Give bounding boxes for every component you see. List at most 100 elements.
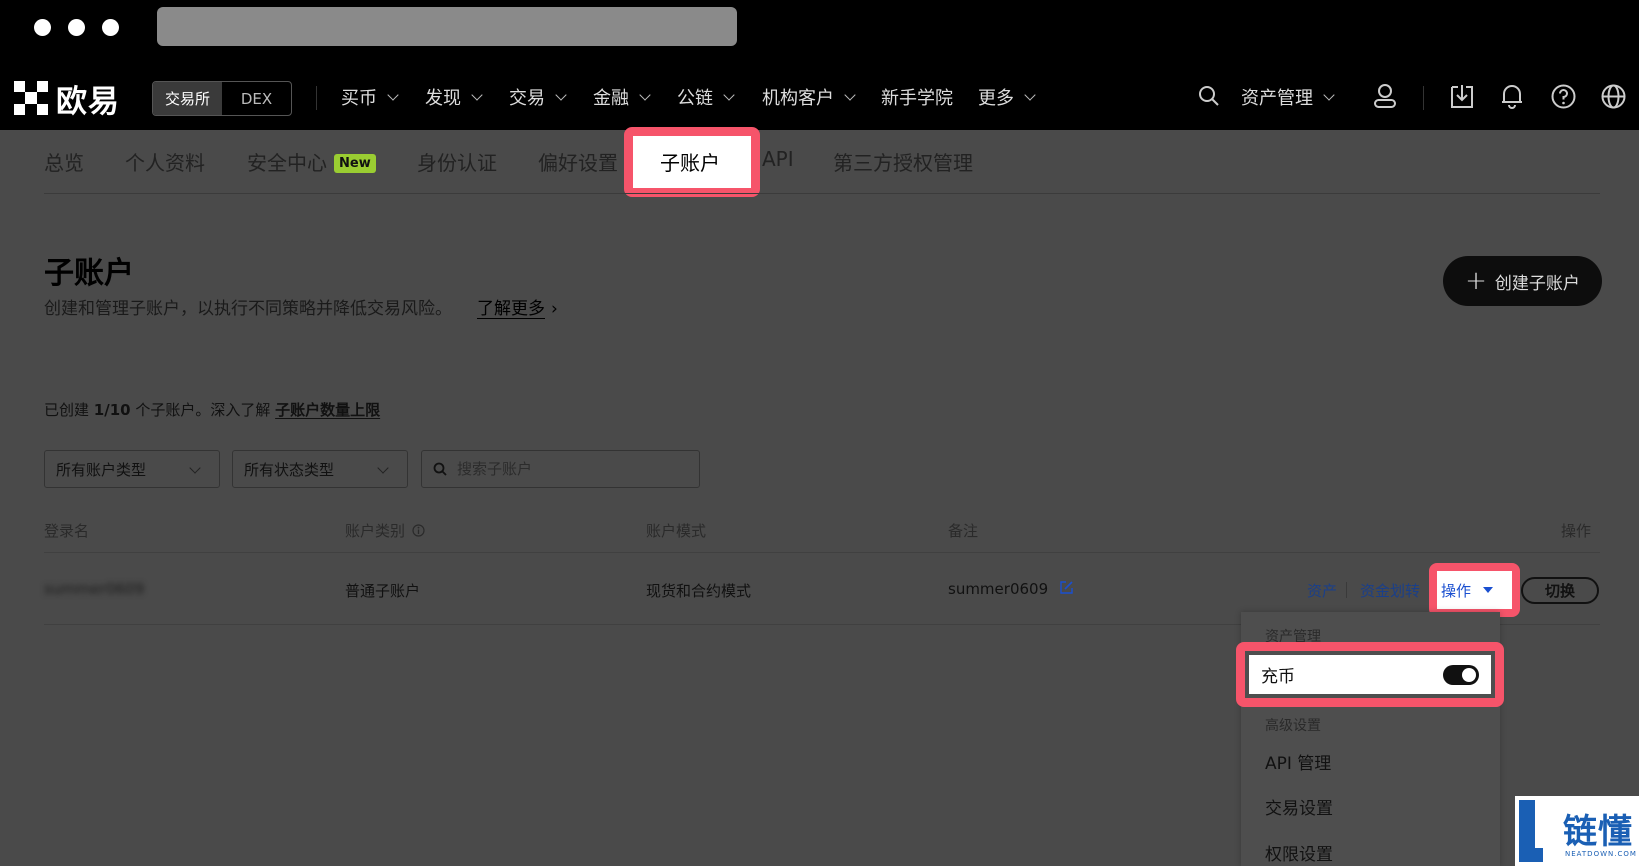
transfer-link[interactable]: 资金划转 bbox=[1360, 580, 1420, 601]
quota-limit-link[interactable]: 子账户数量上限 bbox=[275, 401, 380, 419]
switch-dex[interactable]: DEX bbox=[222, 82, 291, 115]
tab-api[interactable]: API bbox=[762, 147, 794, 171]
menu-label: 买币 bbox=[341, 88, 377, 109]
table-divider bbox=[44, 552, 1600, 553]
bell-icon[interactable] bbox=[1500, 83, 1524, 109]
menu-item-deposit: 充币 bbox=[1249, 655, 1491, 694]
deposit-toggle[interactable] bbox=[1443, 664, 1479, 685]
tab-preferences[interactable]: 偏好设置 bbox=[538, 147, 618, 176]
menu-item-trade-settings[interactable]: 交易设置 bbox=[1265, 794, 1333, 819]
tab-third-party[interactable]: 第三方授权管理 bbox=[833, 147, 973, 176]
tab-verification[interactable]: 身份认证 bbox=[417, 147, 497, 176]
menu-chain[interactable]: 公链 bbox=[677, 84, 735, 110]
menu-more[interactable]: 更多 bbox=[978, 84, 1036, 110]
menu-asset-management[interactable]: 资产管理 bbox=[1241, 84, 1335, 110]
menu-finance[interactable]: 金融 bbox=[593, 84, 651, 110]
header-category: 账户类别 bbox=[345, 520, 425, 541]
select-value: 所有状态类型 bbox=[244, 460, 335, 479]
create-subaccount-button[interactable]: + 创建子账户 bbox=[1443, 256, 1602, 306]
menu-trade[interactable]: 交易 bbox=[509, 84, 567, 110]
header-login: 登录名 bbox=[44, 522, 90, 540]
header-mode: 账户模式 bbox=[646, 522, 707, 540]
learn-more-label: 了解更多 bbox=[477, 299, 545, 319]
tab-label: 安全中心 bbox=[247, 151, 327, 175]
download-icon[interactable] bbox=[1450, 83, 1474, 109]
logo-icon bbox=[14, 81, 48, 115]
nav-divider bbox=[1423, 86, 1424, 110]
account-type-select[interactable]: 所有账户类型 bbox=[44, 450, 220, 488]
header-label: 账户类别 bbox=[345, 522, 406, 540]
chevron-down-icon bbox=[1024, 88, 1036, 101]
link-divider bbox=[1346, 582, 1347, 598]
watermark-subtext: NEATDOWN.COM bbox=[1565, 850, 1637, 858]
menu-label: 新手学院 bbox=[881, 88, 953, 109]
search-icon bbox=[433, 462, 447, 476]
tab-security[interactable]: 安全中心 New bbox=[247, 147, 376, 176]
asset-link[interactable]: 资产 bbox=[1307, 580, 1337, 601]
ops-label: 操作 bbox=[1441, 581, 1472, 600]
note-text: summer0609 bbox=[948, 580, 1049, 598]
chevron-down-icon bbox=[723, 88, 735, 101]
tab-overview[interactable]: 总览 bbox=[44, 147, 84, 176]
exchange-dex-switch: 交易所 DEX bbox=[152, 81, 292, 116]
info-icon[interactable] bbox=[412, 524, 425, 537]
chevron-down-icon bbox=[639, 88, 651, 101]
menu-label: 机构客户 bbox=[762, 88, 834, 109]
header-note: 备注 bbox=[948, 522, 979, 540]
new-badge: New bbox=[334, 154, 376, 173]
menu-institutional[interactable]: 机构客户 bbox=[762, 84, 856, 110]
row-login: summer0609 bbox=[44, 580, 145, 598]
menu-item-api[interactable]: API 管理 bbox=[1265, 749, 1331, 774]
minimize-window-dot[interactable] bbox=[68, 19, 85, 36]
tab-profile[interactable]: 个人资料 bbox=[125, 147, 205, 176]
learn-more-link[interactable]: 了解更多 › bbox=[477, 294, 558, 319]
edit-icon[interactable] bbox=[1059, 580, 1074, 595]
menu-label: 更多 bbox=[978, 88, 1014, 109]
watermark-logo: 链懂 NEATDOWN.COM bbox=[1515, 796, 1639, 866]
window-chrome bbox=[0, 0, 1639, 64]
help-icon[interactable] bbox=[1551, 84, 1576, 109]
caret-down-icon bbox=[1483, 587, 1494, 593]
chevron-right-icon: › bbox=[551, 299, 558, 319]
menu-academy[interactable]: 新手学院 bbox=[881, 84, 953, 110]
user-icon[interactable] bbox=[1373, 83, 1397, 109]
menu-discover[interactable]: 发现 bbox=[425, 84, 483, 110]
quota-prefix: 已创建 bbox=[44, 401, 94, 419]
watermark-bar bbox=[1519, 848, 1543, 862]
deposit-label: 充币 bbox=[1261, 667, 1295, 687]
globe-icon[interactable] bbox=[1601, 84, 1626, 109]
select-value: 所有账户类型 bbox=[56, 460, 147, 479]
search-icon[interactable] bbox=[1198, 85, 1220, 107]
logo-text: 欧易 bbox=[56, 83, 120, 120]
ops-dropdown-trigger[interactable]: 操作 bbox=[1437, 571, 1512, 609]
maximize-window-dot[interactable] bbox=[102, 19, 119, 36]
deposit-highlight: 充币 bbox=[1236, 642, 1504, 707]
switch-exchange[interactable]: 交易所 bbox=[153, 82, 222, 115]
menu-label: 交易 bbox=[509, 88, 545, 109]
search-box bbox=[421, 450, 700, 488]
close-window-dot[interactable] bbox=[34, 19, 51, 36]
search-input[interactable] bbox=[455, 459, 679, 479]
chevron-down-icon bbox=[387, 88, 399, 101]
tab-subaccount[interactable]: 子账户 bbox=[660, 147, 720, 176]
chevron-down-icon bbox=[189, 462, 201, 474]
chevron-down-icon bbox=[471, 88, 483, 101]
address-bar[interactable] bbox=[157, 7, 737, 46]
menu-buy[interactable]: 买币 bbox=[341, 84, 399, 110]
switch-account-button[interactable]: 切换 bbox=[1521, 577, 1599, 604]
tabs-divider bbox=[44, 193, 1600, 194]
create-subaccount-label: 创建子账户 bbox=[1494, 273, 1580, 294]
row-note: summer0609 bbox=[948, 580, 1074, 598]
menu-item-permissions[interactable]: 权限设置 bbox=[1265, 840, 1333, 865]
page-title: 子账户 bbox=[44, 256, 134, 291]
page-description: 创建和管理子账户，以执行不同策略并降低交易风险。 bbox=[44, 299, 452, 319]
status-type-select[interactable]: 所有状态类型 bbox=[232, 450, 408, 488]
dropdown-section-advanced: 高级设置 bbox=[1265, 718, 1321, 734]
chevron-down-icon bbox=[1323, 88, 1335, 101]
subaccount-quota: 已创建 1/10 个子账户。深入了解 子账户数量上限 bbox=[44, 399, 380, 420]
quota-mid: 个子账户。深入了解 bbox=[130, 401, 276, 419]
header-actions: 操作 bbox=[1561, 522, 1592, 540]
okx-logo[interactable]: 欧易 bbox=[14, 81, 120, 120]
row-category: 普通子账户 bbox=[345, 582, 421, 600]
plus-icon: + bbox=[1465, 266, 1487, 296]
